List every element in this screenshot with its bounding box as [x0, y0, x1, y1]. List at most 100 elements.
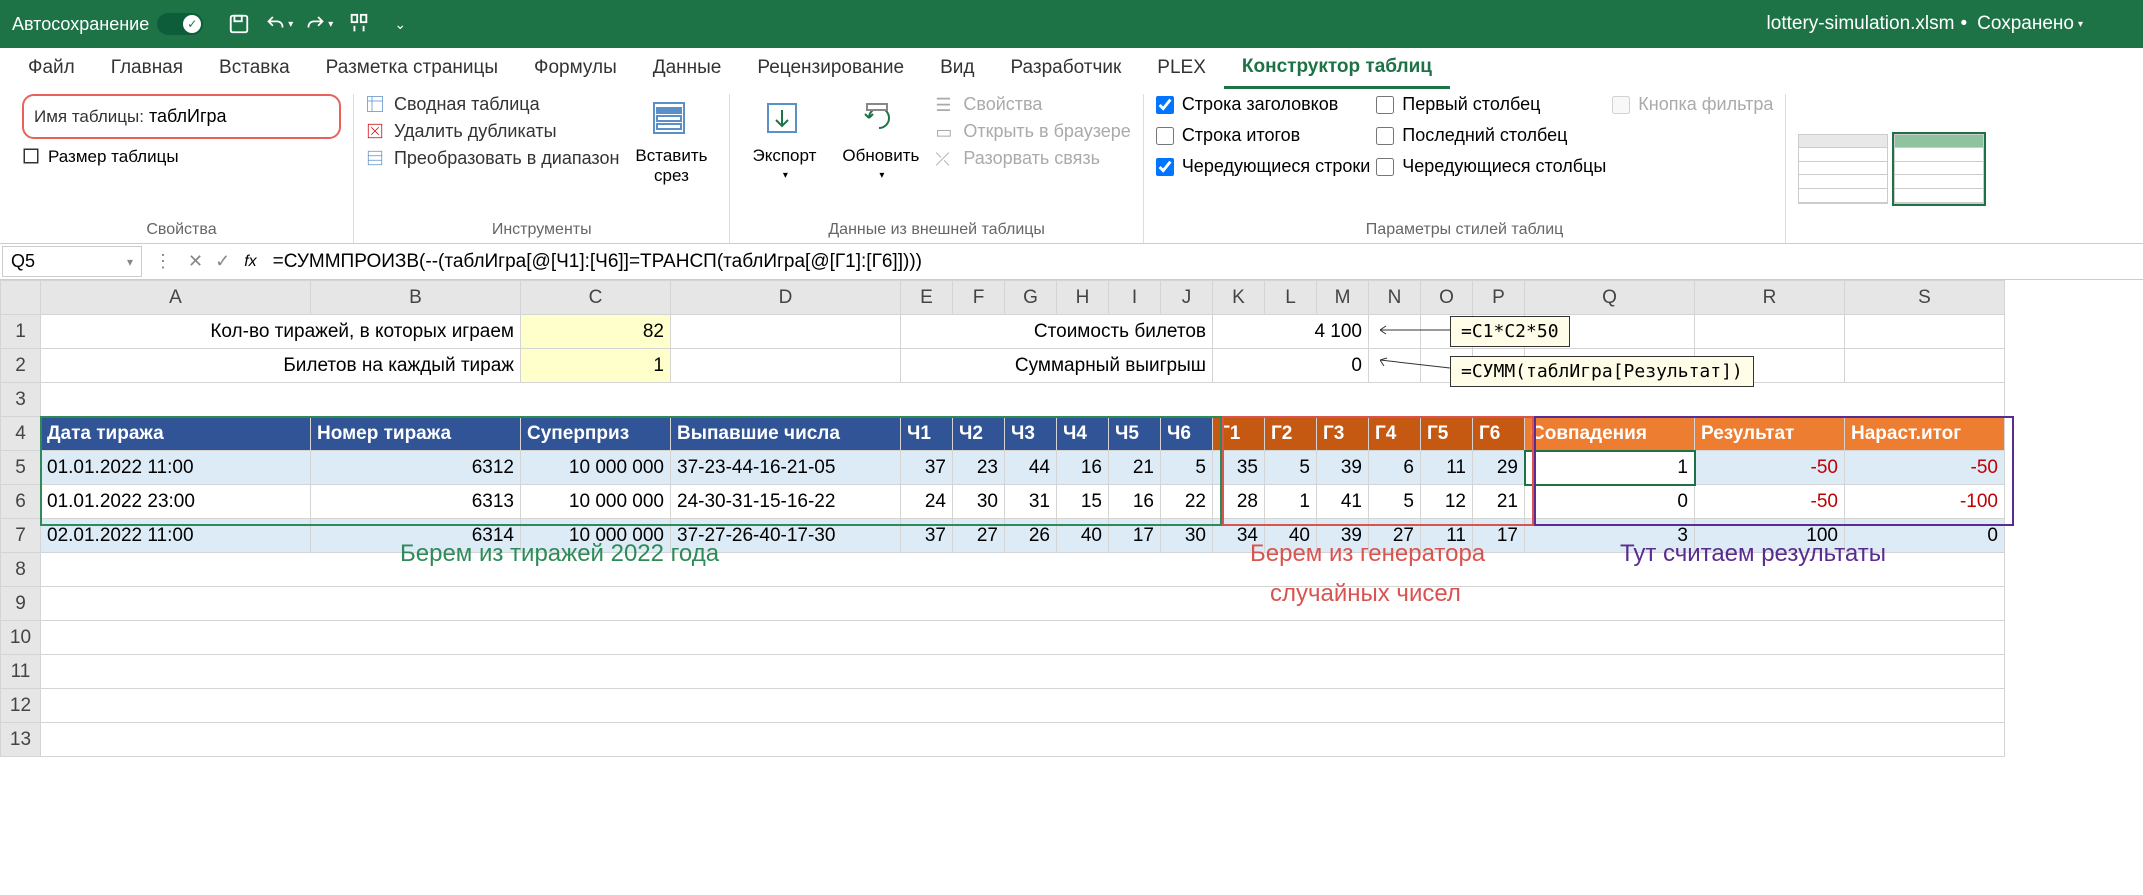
- cell[interactable]: 26: [1005, 519, 1057, 553]
- col-header[interactable]: G: [1005, 281, 1057, 315]
- tab-view[interactable]: Вид: [922, 49, 992, 87]
- banded-cols-check[interactable]: Чередующиеся столбцы: [1376, 156, 1606, 177]
- table-header[interactable]: Суперприз: [521, 417, 671, 451]
- first-col-check[interactable]: Первый столбец: [1376, 94, 1606, 115]
- table-header[interactable]: Г4: [1369, 417, 1421, 451]
- table-header[interactable]: Ч4: [1057, 417, 1109, 451]
- table-styles-gallery[interactable]: [1798, 94, 1984, 243]
- banded-rows-check[interactable]: Чередующиеся строки: [1156, 156, 1370, 177]
- cell[interactable]: 40: [1057, 519, 1109, 553]
- name-box[interactable]: Q5▾: [2, 246, 142, 277]
- total-row-check[interactable]: Строка итогов: [1156, 125, 1370, 146]
- cell[interactable]: 37-23-44-16-21-05: [671, 451, 901, 485]
- cell[interactable]: Стоимость билетов: [901, 315, 1213, 349]
- col-header[interactable]: H: [1057, 281, 1109, 315]
- table-header[interactable]: Ч2: [953, 417, 1005, 451]
- table-header[interactable]: Номер тиража: [311, 417, 521, 451]
- col-header[interactable]: Q: [1525, 281, 1695, 315]
- tab-file[interactable]: Файл: [10, 49, 93, 87]
- row-header[interactable]: 1: [1, 315, 41, 349]
- style-thumb[interactable]: [1798, 134, 1888, 204]
- tab-developer[interactable]: Разработчик: [992, 49, 1139, 87]
- col-header[interactable]: O: [1421, 281, 1473, 315]
- last-col-check[interactable]: Последний столбец: [1376, 125, 1606, 146]
- col-header[interactable]: I: [1109, 281, 1161, 315]
- table-header[interactable]: Совпадения: [1525, 417, 1695, 451]
- cell[interactable]: 02.01.2022 11:00: [41, 519, 311, 553]
- cell[interactable]: -50: [1845, 451, 2005, 485]
- cell[interactable]: 10 000 000: [521, 485, 671, 519]
- table-header[interactable]: Результат: [1695, 417, 1845, 451]
- cell[interactable]: Кол-во тиражей, в которых играем: [41, 315, 521, 349]
- cell[interactable]: 17: [1109, 519, 1161, 553]
- col-header[interactable]: F: [953, 281, 1005, 315]
- cell-selected[interactable]: 1: [1525, 451, 1695, 485]
- cell[interactable]: 16: [1057, 451, 1109, 485]
- col-header[interactable]: D: [671, 281, 901, 315]
- row-header[interactable]: 5: [1, 451, 41, 485]
- row-header[interactable]: 6: [1, 485, 41, 519]
- cell[interactable]: -100: [1845, 485, 2005, 519]
- row-header[interactable]: 11: [1, 655, 41, 689]
- cell[interactable]: 27: [953, 519, 1005, 553]
- col-header[interactable]: M: [1317, 281, 1369, 315]
- col-header[interactable]: L: [1265, 281, 1317, 315]
- save-icon[interactable]: [225, 10, 253, 38]
- row-header[interactable]: 4: [1, 417, 41, 451]
- cell[interactable]: 1: [521, 349, 671, 383]
- cell[interactable]: -50: [1695, 485, 1845, 519]
- table-header[interactable]: Г3: [1317, 417, 1369, 451]
- remove-duplicates-button[interactable]: Удалить дубликаты: [366, 121, 619, 142]
- spreadsheet-grid[interactable]: ABCD EFGHIJ KLMNOP QRS 1 Кол-во тиражей,…: [0, 280, 2143, 757]
- pivot-table-button[interactable]: Сводная таблица: [366, 94, 619, 115]
- row-header[interactable]: 13: [1, 723, 41, 757]
- cell[interactable]: 6312: [311, 451, 521, 485]
- col-header[interactable]: K: [1213, 281, 1265, 315]
- row-header[interactable]: 9: [1, 587, 41, 621]
- table-header[interactable]: Нараст.итог: [1845, 417, 2005, 451]
- table-header[interactable]: Г5: [1421, 417, 1473, 451]
- refresh-button[interactable]: Обновить▾: [832, 94, 929, 185]
- cell[interactable]: 29: [1473, 451, 1525, 485]
- cell[interactable]: 1: [1265, 485, 1317, 519]
- table-header[interactable]: Ч5: [1109, 417, 1161, 451]
- col-header[interactable]: C: [521, 281, 671, 315]
- col-header[interactable]: A: [41, 281, 311, 315]
- cell[interactable]: 41: [1317, 485, 1369, 519]
- redo-icon[interactable]: ▾: [305, 10, 333, 38]
- cell[interactable]: 12: [1421, 485, 1473, 519]
- row-header[interactable]: 2: [1, 349, 41, 383]
- touch-mode-icon[interactable]: [345, 10, 373, 38]
- cell[interactable]: Суммарный выигрыш: [901, 349, 1213, 383]
- table-name-input[interactable]: [149, 102, 329, 131]
- row-header[interactable]: 7: [1, 519, 41, 553]
- col-header[interactable]: B: [311, 281, 521, 315]
- cell[interactable]: 01.01.2022 23:00: [41, 485, 311, 519]
- cell[interactable]: 0: [1525, 485, 1695, 519]
- undo-icon[interactable]: ▾: [265, 10, 293, 38]
- tab-review[interactable]: Рецензирование: [739, 49, 922, 87]
- col-header[interactable]: J: [1161, 281, 1213, 315]
- table-header[interactable]: Г2: [1265, 417, 1317, 451]
- cell[interactable]: 4 100: [1213, 315, 1369, 349]
- fx-icon[interactable]: fx: [236, 253, 264, 271]
- select-all[interactable]: [1, 281, 41, 315]
- cell[interactable]: 24: [901, 485, 953, 519]
- confirm-icon[interactable]: ✓: [209, 251, 236, 272]
- cell[interactable]: 35: [1213, 451, 1265, 485]
- tab-data[interactable]: Данные: [635, 49, 740, 87]
- col-header[interactable]: S: [1845, 281, 2005, 315]
- cell[interactable]: 5: [1161, 451, 1213, 485]
- resize-table-button[interactable]: Размер таблицы: [22, 147, 341, 167]
- table-header[interactable]: Ч6: [1161, 417, 1213, 451]
- insert-slicer-button[interactable]: Вставить срез: [625, 94, 717, 190]
- tab-table-design[interactable]: Конструктор таблиц: [1224, 48, 1450, 89]
- cell[interactable]: 21: [1473, 485, 1525, 519]
- table-header[interactable]: Дата тиража: [41, 417, 311, 451]
- row-header[interactable]: 3: [1, 383, 41, 417]
- cell[interactable]: 5: [1265, 451, 1317, 485]
- cancel-icon[interactable]: ✕: [182, 251, 209, 272]
- col-header[interactable]: R: [1695, 281, 1845, 315]
- cell[interactable]: 37: [901, 519, 953, 553]
- table-header[interactable]: Ч1: [901, 417, 953, 451]
